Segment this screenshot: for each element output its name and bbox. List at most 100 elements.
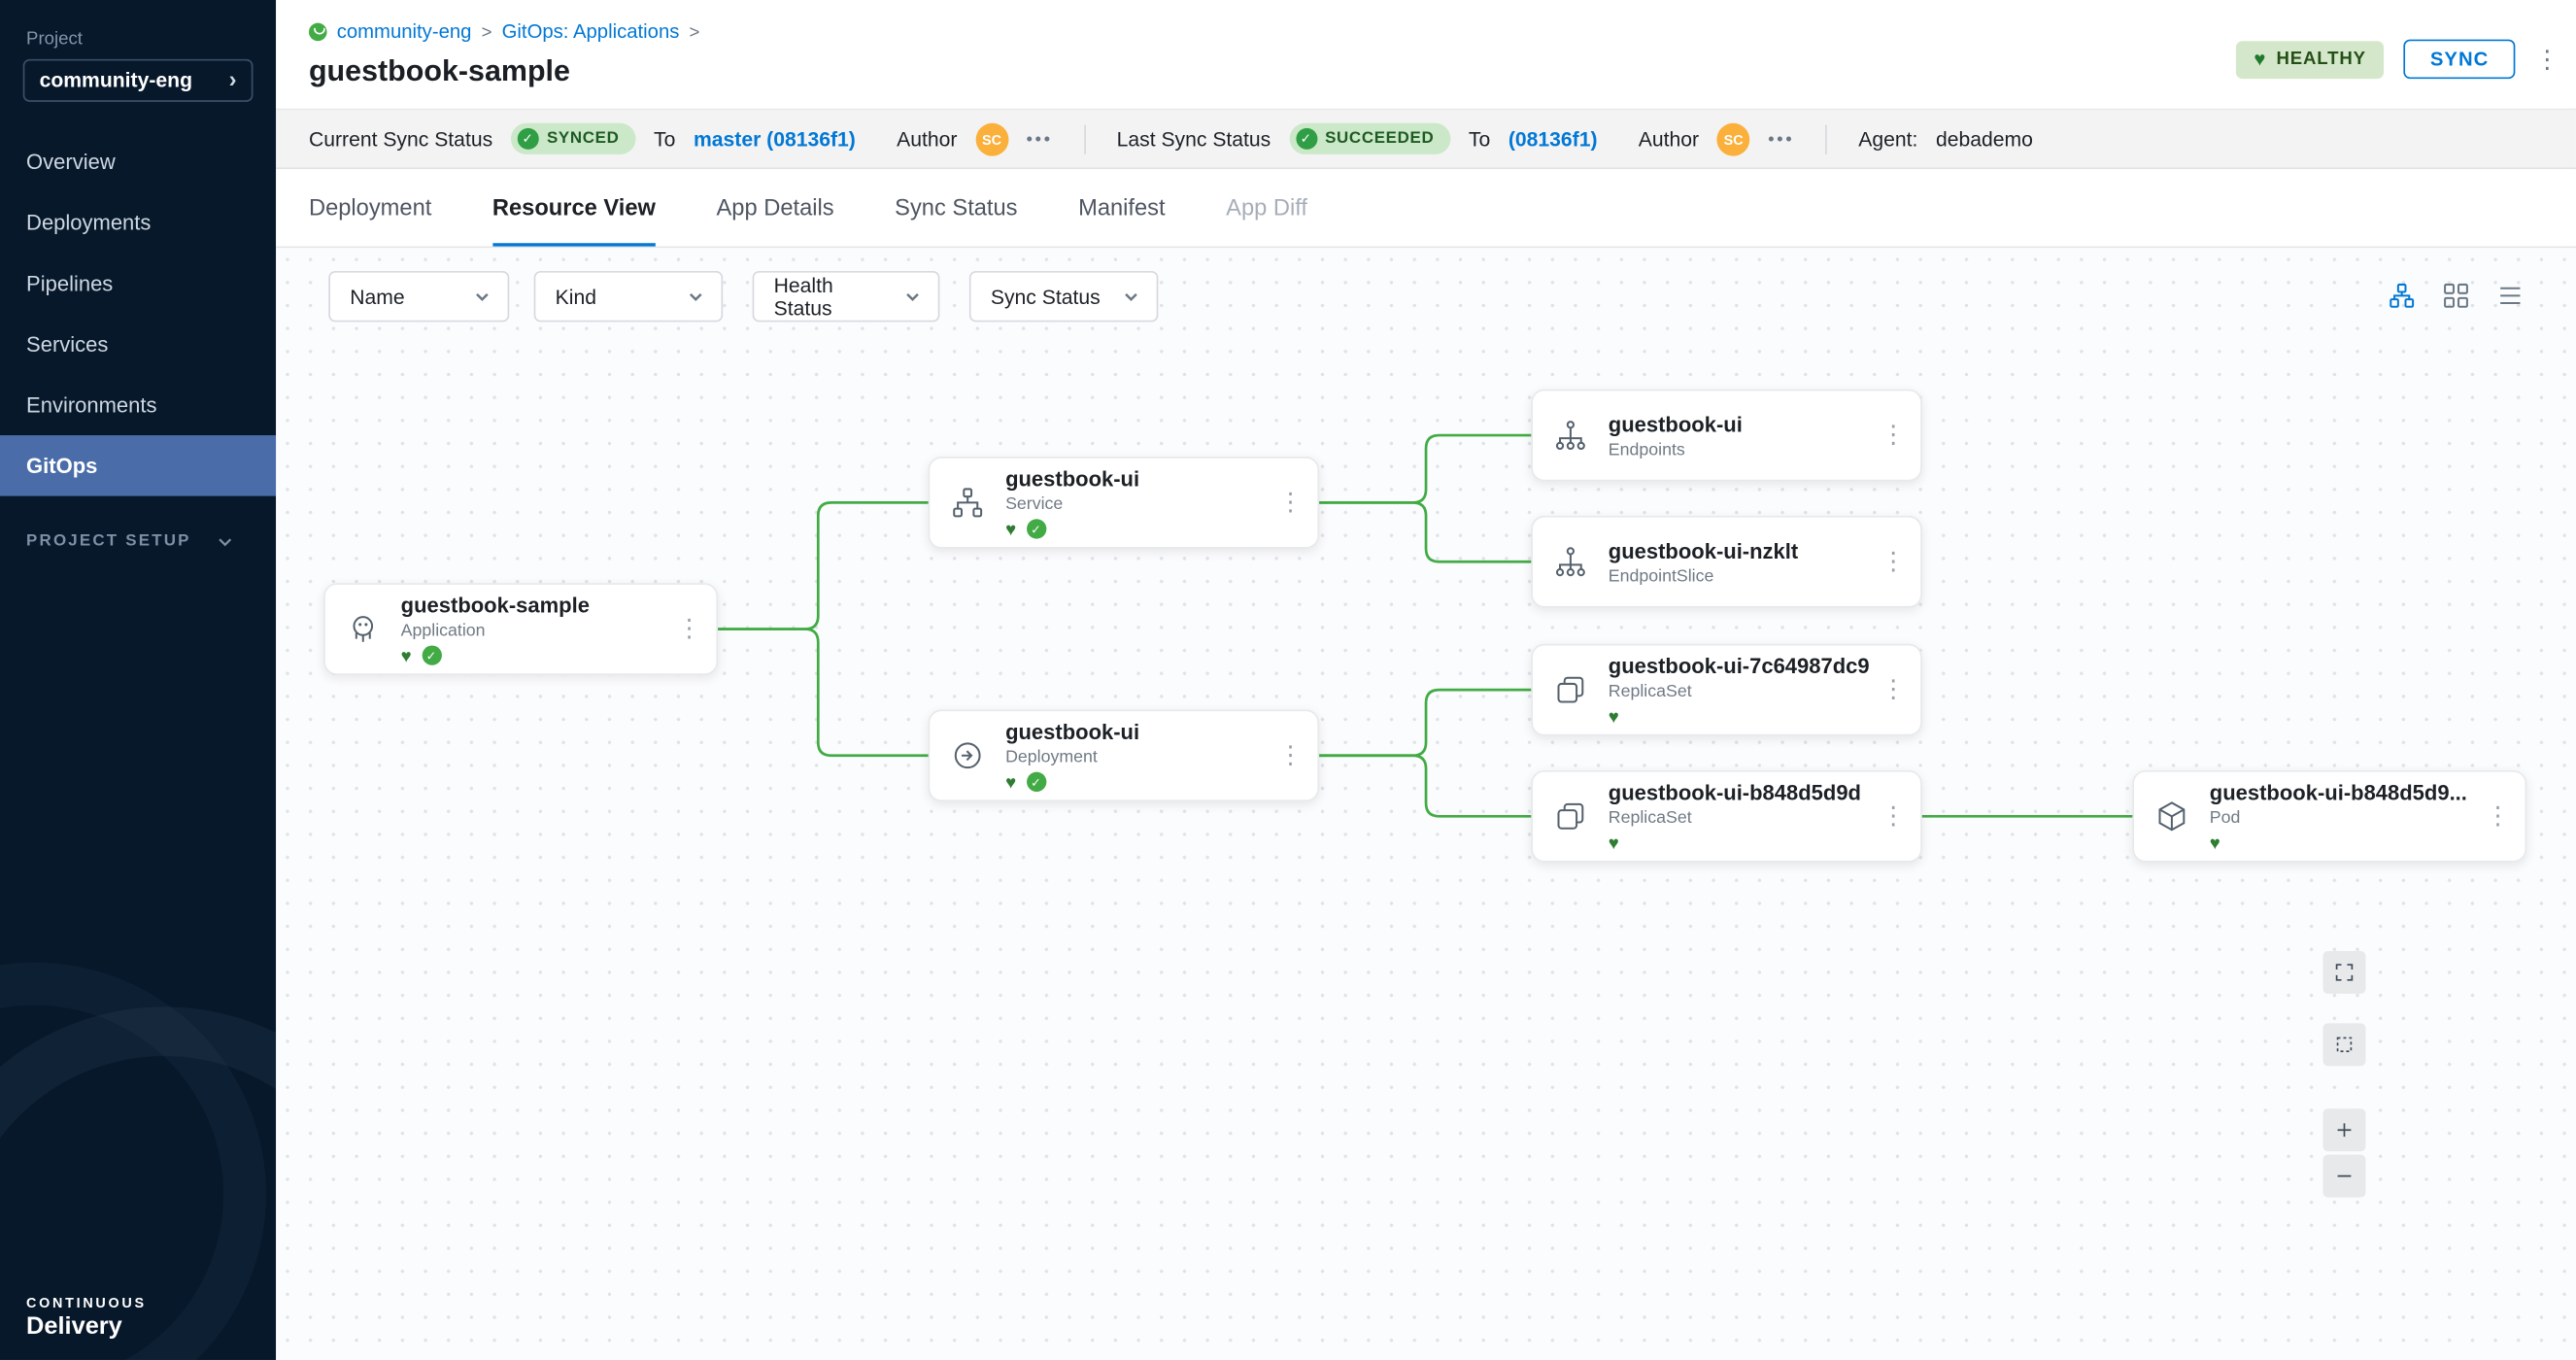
chevron-right-icon <box>229 66 237 95</box>
health-heart-icon <box>1609 701 1619 731</box>
node-kind: Deployment <box>1005 747 1311 766</box>
resource-graph-canvas[interactable]: Name Kind Health Status Sync Status <box>276 248 2576 1360</box>
replicaset-icon <box>1533 799 1609 834</box>
module-brand: CONTINUOUS Delivery <box>26 1294 147 1340</box>
tab-app-details[interactable]: App Details <box>717 169 834 246</box>
pod-icon <box>2134 799 2210 834</box>
sidebar: Project community-eng Overview Deploymen… <box>0 0 276 1360</box>
node-endpoints-guestbook-ui[interactable]: guestbook-ui Endpoints <box>1531 390 1922 482</box>
sidebar-item-overview[interactable]: Overview <box>0 131 276 192</box>
node-service-guestbook-ui[interactable]: guestbook-ui Service <box>929 457 1320 549</box>
service-icon <box>930 485 1005 521</box>
tab-resource-view[interactable]: Resource View <box>492 169 656 246</box>
to-label: To <box>1469 127 1490 151</box>
node-endpointslice-guestbook-ui-nzklt[interactable]: guestbook-ui-nzklt EndpointSlice <box>1531 516 1922 608</box>
health-heart-icon <box>1005 514 1016 543</box>
node-title: guestbook-ui-7c64987dc9 <box>1609 654 1915 678</box>
sidebar-item-services[interactable]: Services <box>0 314 276 375</box>
grid-view-icon[interactable] <box>2441 281 2470 310</box>
node-kind: EndpointSlice <box>1609 565 1915 585</box>
filter-health-status-dropdown[interactable]: Health Status <box>753 271 940 322</box>
node-menu-button[interactable] <box>1278 743 1303 767</box>
sidebar-item-deployments[interactable]: Deployments <box>0 192 276 254</box>
to-label: To <box>654 127 675 151</box>
node-menu-button[interactable] <box>677 617 701 641</box>
current-sync-label: Current Sync Status <box>309 127 492 151</box>
tab-manifest[interactable]: Manifest <box>1078 169 1166 246</box>
fullscreen-button[interactable] <box>2322 951 2365 994</box>
filter-sync-status-dropdown[interactable]: Sync Status <box>969 271 1158 322</box>
succeeded-badge-label: SUCCEEDED <box>1325 130 1434 149</box>
sync-button[interactable]: SYNC <box>2404 40 2516 80</box>
tab-bar: Deployment Resource View App Details Syn… <box>276 169 2576 248</box>
endpoints-icon <box>1533 417 1609 453</box>
divider <box>1084 124 1086 153</box>
chevron-down-icon <box>473 288 491 306</box>
project-selector[interactable]: community-eng <box>23 59 254 102</box>
filter-kind-label: Kind <box>556 285 596 308</box>
filter-kind-dropdown[interactable]: Kind <box>534 271 723 322</box>
health-heart-icon <box>1609 828 1619 857</box>
node-menu-button[interactable] <box>1278 491 1303 515</box>
divider <box>1825 124 1827 153</box>
tree-view-icon[interactable] <box>2387 281 2416 310</box>
filter-bar: Name Kind Health Status Sync Status <box>328 271 1158 322</box>
node-menu-button[interactable] <box>1881 423 1906 447</box>
current-target-revision-link[interactable]: master (08136f1) <box>694 127 856 151</box>
chevron-down-icon <box>1122 288 1140 306</box>
filter-name-dropdown[interactable]: Name <box>328 271 509 322</box>
sidebar-item-environments[interactable]: Environments <box>0 375 276 436</box>
more-options-icon[interactable] <box>1026 129 1052 149</box>
synced-badge: SYNCED <box>511 123 636 154</box>
node-title: guestbook-ui <box>1005 720 1311 744</box>
app-root: Project community-eng Overview Deploymen… <box>0 0 2576 1360</box>
node-kind: ReplicaSet <box>1609 682 1915 701</box>
chevron-down-icon <box>903 288 922 306</box>
sidebar-item-pipelines[interactable]: Pipelines <box>0 253 276 314</box>
node-menu-button[interactable] <box>2486 804 2510 829</box>
filter-name-label: Name <box>350 285 404 308</box>
module-brand-top: CONTINUOUS <box>26 1294 147 1310</box>
breadcrumb-applications-link[interactable]: GitOps: Applications <box>502 19 680 43</box>
node-deployment-guestbook-ui[interactable]: guestbook-ui Deployment <box>929 709 1320 801</box>
node-menu-button[interactable] <box>1881 677 1906 701</box>
node-menu-button[interactable] <box>1881 804 1906 829</box>
node-status-row <box>401 645 710 664</box>
tab-sync-status[interactable]: Sync Status <box>895 169 1017 246</box>
header-actions: HEALTHY SYNC <box>2236 40 2559 80</box>
zoom-in-button[interactable] <box>2322 1108 2365 1151</box>
breadcrumb-project-link[interactable]: community-eng <box>337 19 472 43</box>
node-pod-guestbook-ui-b848d5d9[interactable]: guestbook-ui-b848d5d9... Pod <box>2132 770 2526 863</box>
node-menu-button[interactable] <box>1881 550 1906 574</box>
zoom-out-button[interactable] <box>2322 1155 2365 1198</box>
sync-check-icon <box>1026 772 1045 792</box>
gitops-app-icon <box>309 22 327 41</box>
replicaset-icon <box>1533 672 1609 708</box>
list-view-icon[interactable] <box>2495 281 2525 310</box>
node-replicaset-guestbook-ui-7c64987dc9[interactable]: guestbook-ui-7c64987dc9 ReplicaSet <box>1531 644 1922 736</box>
sync-status-bar: Current Sync Status SYNCED To master (08… <box>276 109 2576 170</box>
last-target-revision-link[interactable]: (08136f1) <box>1508 127 1598 151</box>
node-status-row <box>2210 833 2519 852</box>
header-kebab-menu-icon[interactable] <box>2535 47 2559 71</box>
node-kind: Endpoints <box>1609 439 1915 459</box>
sidebar-item-gitops[interactable]: GitOps <box>0 435 276 496</box>
node-title: guestbook-ui-nzklt <box>1609 538 1915 562</box>
heart-icon <box>2254 49 2266 70</box>
more-options-icon[interactable] <box>1768 129 1794 149</box>
node-status-row <box>1609 706 1915 726</box>
project-setup-toggle[interactable]: PROJECT SETUP <box>0 532 276 551</box>
author-avatar: SC <box>975 122 1008 155</box>
node-title: guestbook-sample <box>401 593 710 617</box>
node-replicaset-guestbook-ui-b848d5d9d[interactable]: guestbook-ui-b848d5d9d ReplicaSet <box>1531 770 1922 863</box>
node-application-guestbook-sample[interactable]: guestbook-sample Application <box>323 583 718 675</box>
node-status-row <box>1005 772 1311 792</box>
sidebar-nav: Overview Deployments Pipelines Services … <box>0 131 276 495</box>
project-label: Project <box>0 0 276 59</box>
endpointslice-icon <box>1533 544 1609 580</box>
agent-value: debademo <box>1936 127 2033 151</box>
check-circle-icon <box>1296 128 1317 150</box>
succeeded-badge: SUCCEEDED <box>1289 123 1450 154</box>
tab-deployment[interactable]: Deployment <box>309 169 431 246</box>
fit-selection-button[interactable] <box>2322 1023 2365 1066</box>
